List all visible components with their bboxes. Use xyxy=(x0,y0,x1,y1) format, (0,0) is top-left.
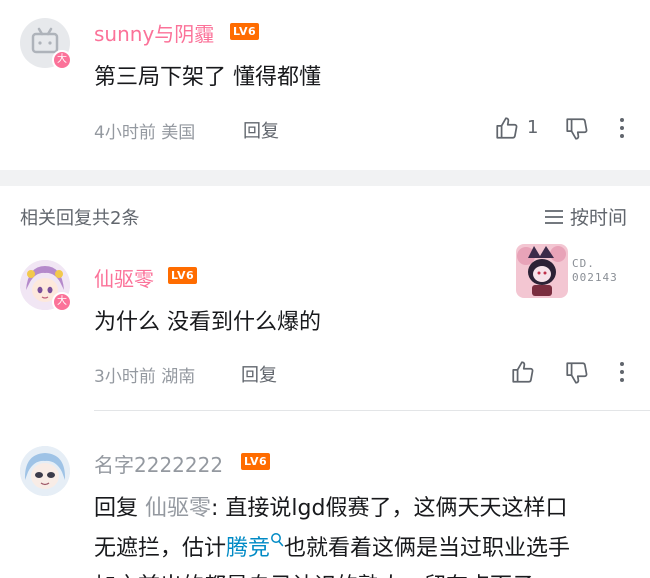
reply-text-line3: 加之前出的都是自己认识的熟人，留有点面子 xyxy=(94,568,534,578)
reply-time-location: 3小时前 湖南 xyxy=(94,367,196,387)
reply-text-rest: : 直接说lgd假赛了，这俩天天这样口 xyxy=(211,496,568,521)
avatar[interactable] xyxy=(20,446,70,496)
thumbs-down-icon[interactable] xyxy=(564,360,590,386)
level-badge: LV6 xyxy=(230,23,260,40)
sort-toggle[interactable]: 按时间 xyxy=(544,203,627,230)
sticker-code-line1: CD. xyxy=(572,257,595,270)
reply-text-part: 也就看着这俩是当过职业选手 xyxy=(284,536,571,561)
keyword-link[interactable]: 腾竞 xyxy=(226,536,270,561)
reply-text-line2: 无遮拦，估计腾竞 也就看着这俩是当过职业选手 xyxy=(94,530,570,562)
more-options-icon[interactable] xyxy=(617,360,627,384)
reply-button[interactable]: 回复 xyxy=(241,361,277,387)
reply-separator xyxy=(94,410,650,411)
section-divider xyxy=(0,170,650,186)
level-badge: LV6 xyxy=(241,453,271,470)
vip-badge: 大 xyxy=(52,292,72,312)
vip-badge: 大 xyxy=(52,50,72,70)
search-icon[interactable] xyxy=(270,532,284,548)
username[interactable]: 名字2222222 xyxy=(94,449,223,478)
more-options-icon[interactable] xyxy=(617,116,627,140)
thumbs-up-icon[interactable] xyxy=(494,115,520,141)
anime-avatar-icon xyxy=(20,446,70,496)
reply-text: 为什么 没看到什么爆的 xyxy=(94,310,321,335)
sticker-code-line2: 002143 xyxy=(572,271,618,284)
decoration-card: CD. 002143 xyxy=(512,238,632,302)
character-sticker-icon xyxy=(516,244,568,298)
thumbs-down-icon[interactable] xyxy=(564,116,590,142)
thumbs-up-icon[interactable] xyxy=(510,359,536,385)
username[interactable]: sunny与阴霾 xyxy=(94,18,214,47)
sort-label: 按时间 xyxy=(570,207,628,229)
reply-text-line1: 回复 仙驱零: 直接说lgd假赛了，这俩天天这样口 xyxy=(94,490,567,522)
level-badge: LV6 xyxy=(168,267,198,284)
mention-link[interactable]: 仙驱零 xyxy=(145,496,211,521)
like-count: 1 xyxy=(527,117,539,138)
sort-icon xyxy=(545,209,563,224)
comment-time-location: 4小时前 美国 xyxy=(94,123,196,143)
reply-button[interactable]: 回复 xyxy=(243,117,279,143)
reply-prefix: 回复 xyxy=(94,496,145,521)
replies-count-title: 相关回复共2条 xyxy=(20,208,140,229)
comment-text: 第三局下架了 懂得都懂 xyxy=(94,65,321,90)
username[interactable]: 仙驱零 xyxy=(94,263,154,292)
reply-text-part: 无遮拦，估计 xyxy=(94,536,227,561)
